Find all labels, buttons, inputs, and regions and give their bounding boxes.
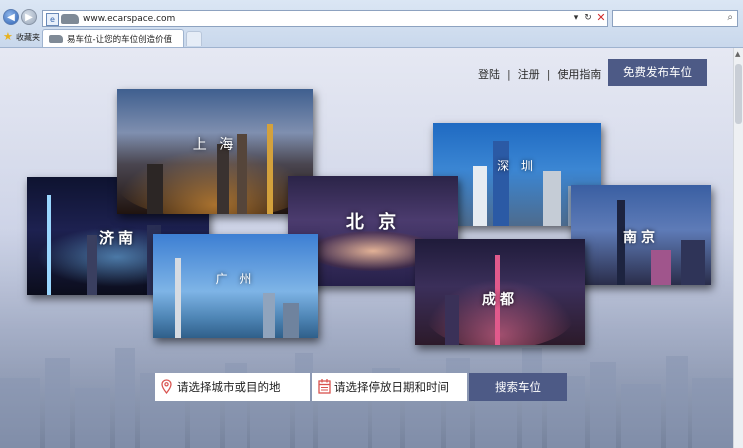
compat-view-icon: e <box>46 13 59 26</box>
tab-favicon <box>49 35 63 43</box>
page-content: 登陆|注册|使用指南 免费发布车位 济南 上 海 深 圳 北 京 南京 <box>0 48 733 448</box>
guide-link[interactable]: 使用指南 <box>557 66 601 82</box>
link-separator: | <box>507 68 511 81</box>
url-text[interactable]: www.ecarspace.com <box>83 12 175 26</box>
site-favicon <box>61 14 79 24</box>
city-name-shanghai: 上 海 <box>192 137 238 153</box>
back-icon: ◀ <box>7 12 15 23</box>
search-icon[interactable]: ⌕ <box>727 12 733 23</box>
scroll-thumb[interactable] <box>735 64 742 124</box>
tab-title: 易车位-让您的车位创造价值 <box>67 35 173 45</box>
address-bar[interactable]: e www.ecarspace.com <box>42 10 608 27</box>
page-scrollbar[interactable]: ▲ <box>733 48 743 448</box>
parking-datetime-field[interactable]: 请选择停放日期和时间 <box>312 373 467 401</box>
back-button[interactable]: ◀ <box>3 9 19 25</box>
stop-icon[interactable]: ✕ <box>595 11 607 25</box>
city-name-guangzhou: 广 州 <box>215 272 256 286</box>
map-pin-icon <box>161 379 172 394</box>
address-dropdown-icon[interactable]: ▾ <box>570 11 582 25</box>
favorites-bar: ★ 收藏夹 易车位-让您的车位创造价值 <box>0 29 743 47</box>
link-separator: | <box>546 68 551 81</box>
forward-button[interactable]: ▶ <box>21 9 37 25</box>
parking-search-bar: 请选择城市或目的地 请选择停放日期和时间 搜索车位 <box>155 373 567 401</box>
new-tab-button[interactable] <box>186 31 202 46</box>
city-card-nanjing[interactable]: 南京 <box>571 185 711 285</box>
city-destination-field[interactable]: 请选择城市或目的地 <box>155 373 310 401</box>
city-name-shenzhen: 深 圳 <box>497 159 537 173</box>
city-destination-placeholder: 请选择城市或目的地 <box>177 380 281 394</box>
top-links: 登陆 | 注册 | 使用指南 <box>478 66 601 82</box>
parking-datetime-placeholder: 请选择停放日期和时间 <box>334 380 449 394</box>
tab-active[interactable]: 易车位-让您的车位创造价值 <box>42 29 184 47</box>
browser-chrome: ◀ ▶ e www.ecarspace.com ▾ ↻ ✕ ⌕ ★ 收藏夹 易车… <box>0 0 743 48</box>
login-link[interactable]: 登陆 <box>478 66 500 82</box>
register-link[interactable]: 注册 <box>518 66 540 82</box>
calendar-icon <box>318 379 331 394</box>
refresh-icon[interactable]: ↻ <box>582 11 594 25</box>
city-name-beijing: 北 京 <box>345 212 401 233</box>
city-card-guangzhou[interactable]: 广 州 <box>153 234 318 338</box>
scroll-up-icon[interactable]: ▲ <box>735 50 740 58</box>
star-icon[interactable]: ★ <box>3 30 13 43</box>
city-name-nanjing: 南京 <box>623 230 659 246</box>
forward-icon: ▶ <box>25 12 33 23</box>
city-card-chengdu[interactable]: 成都 <box>415 239 585 345</box>
favorites-label[interactable]: 收藏夹 <box>16 32 40 43</box>
search-parking-button[interactable]: 搜索车位 <box>469 373 567 401</box>
browser-search-input[interactable]: ⌕ <box>612 10 738 27</box>
city-card-shanghai[interactable]: 上 海 <box>117 89 313 214</box>
city-name-chengdu: 成都 <box>482 292 518 308</box>
publish-parking-button[interactable]: 免费发布车位 <box>608 59 707 86</box>
